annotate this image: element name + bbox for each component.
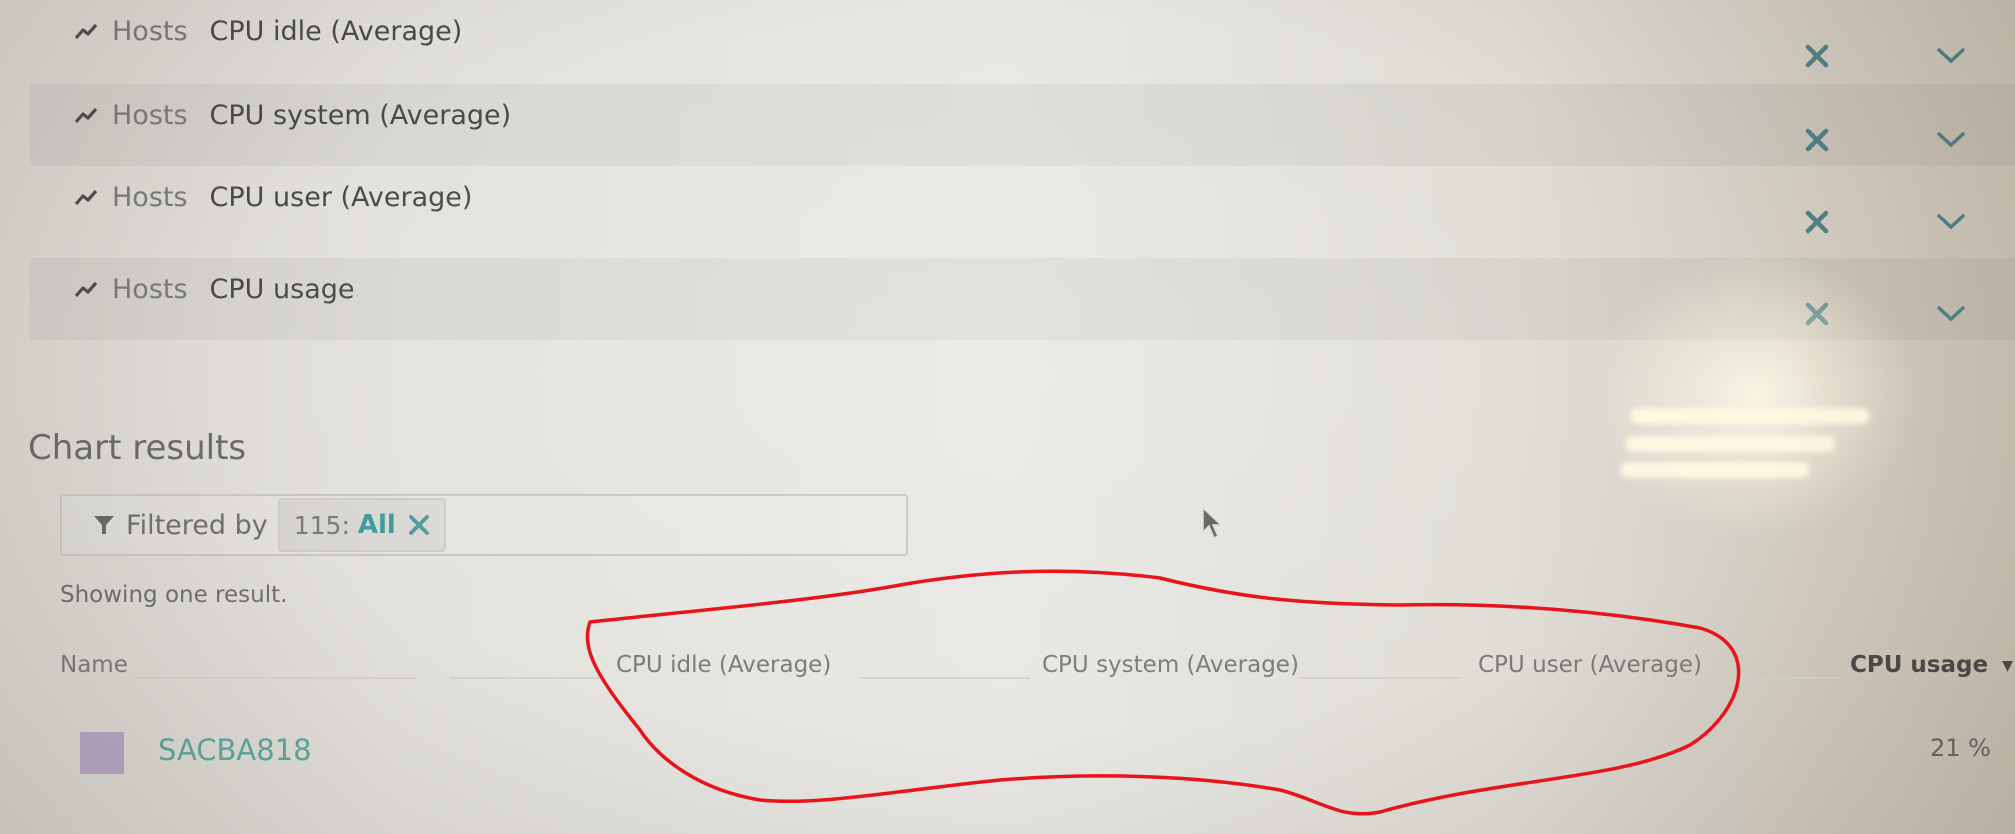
close-icon — [1805, 302, 1829, 326]
column-header-cpu-user[interactable]: CPU user (Average) — [1478, 652, 1702, 678]
sort-descending-icon: ▼ — [2002, 657, 2013, 674]
filter-bar[interactable]: Filtered by 115: All — [60, 494, 908, 556]
expand-metric-button[interactable] — [1934, 40, 1968, 72]
metric-name: CPU usage — [209, 274, 355, 305]
section-title: Chart results — [28, 428, 247, 469]
metric-row-cpu-usage[interactable]: Hosts CPU usage — [30, 258, 2015, 340]
result-count: Showing one result. — [60, 582, 288, 608]
close-icon[interactable] — [408, 514, 430, 536]
header-divider — [450, 677, 600, 679]
mouse-cursor-icon — [1202, 506, 1223, 540]
results-table-header: Name CPU idle (Average) CPU system (Aver… — [0, 652, 2015, 692]
header-divider — [860, 677, 1030, 679]
screen-glare — [1625, 436, 1835, 452]
header-divider — [1300, 677, 1460, 679]
metric-row-cpu-idle[interactable]: Hosts CPU idle (Average) — [30, 0, 2015, 82]
column-header-cpu-idle[interactable]: CPU idle (Average) — [616, 652, 831, 678]
chevron-down-icon — [1937, 214, 1965, 230]
filter-chip-key: 115: — [293, 510, 350, 540]
trend-line-icon — [74, 107, 98, 123]
expand-metric-button[interactable] — [1934, 206, 1968, 238]
metric-name: CPU idle (Average) — [209, 16, 463, 47]
metric-source: Hosts — [112, 16, 188, 47]
remove-metric-button[interactable] — [1800, 206, 1834, 238]
expand-metric-button[interactable] — [1934, 298, 1968, 330]
metric-name: CPU system (Average) — [209, 100, 512, 131]
close-icon — [1805, 44, 1829, 68]
column-header-label: CPU usage — [1850, 652, 1989, 678]
remove-metric-button[interactable] — [1800, 124, 1834, 156]
metric-source: Hosts — [112, 100, 188, 131]
metric-name: CPU user (Average) — [209, 182, 473, 213]
cpu-usage-value: 21 % — [1930, 734, 1991, 762]
remove-metric-button[interactable] — [1800, 298, 1834, 330]
chevron-down-icon — [1937, 48, 1965, 64]
header-divider — [1720, 677, 1840, 679]
metric-row-cpu-system[interactable]: Hosts CPU system (Average) — [30, 84, 2015, 166]
chevron-down-icon — [1937, 132, 1965, 148]
header-divider — [136, 677, 416, 679]
remove-metric-button[interactable] — [1800, 40, 1834, 72]
filter-funnel-icon — [94, 516, 114, 534]
trend-line-icon — [74, 281, 98, 297]
close-icon — [1805, 128, 1829, 152]
screen-glare — [1630, 408, 1870, 424]
trend-line-icon — [74, 23, 98, 39]
column-header-cpu-usage[interactable]: CPU usage ▼ — [1850, 652, 2013, 678]
host-link[interactable]: SACBA818 — [158, 733, 312, 767]
column-header-name[interactable]: Name — [60, 652, 128, 678]
expand-metric-button[interactable] — [1934, 124, 1968, 156]
close-icon — [1805, 210, 1829, 234]
screen-glare — [1620, 462, 1810, 478]
chevron-down-icon — [1937, 306, 1965, 322]
table-row: SACBA818 21 % — [0, 728, 2015, 774]
filter-chip-value: All — [357, 510, 396, 540]
filter-label: Filtered by — [126, 509, 268, 541]
column-header-cpu-system[interactable]: CPU system (Average) — [1042, 652, 1299, 678]
metric-row-cpu-user[interactable]: Hosts CPU user (Average) — [30, 166, 2015, 248]
metric-source: Hosts — [112, 274, 188, 305]
metric-source: Hosts — [112, 182, 188, 213]
trend-line-icon — [74, 189, 98, 205]
series-color-swatch — [80, 732, 124, 774]
filter-chip[interactable]: 115: All — [277, 498, 446, 552]
